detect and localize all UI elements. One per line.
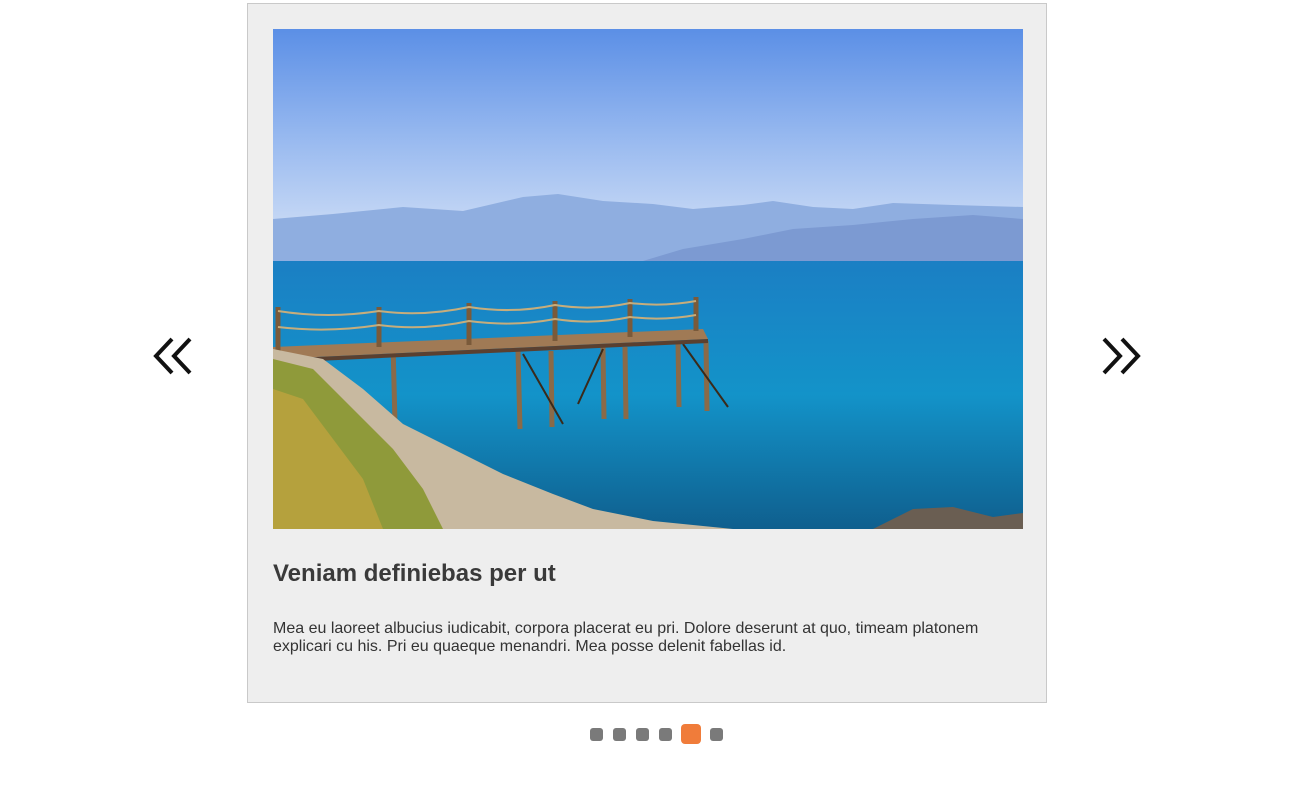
pager-dot[interactable] [636,727,649,741]
slide-description: Mea eu laoreet albucius iudicabit, corpo… [273,620,979,655]
pager-dot[interactable] [590,727,603,741]
double-chevron-left-icon [153,337,192,375]
pager-dot[interactable] [710,727,723,741]
double-chevron-right-icon [1102,337,1141,375]
seascape-pier-photo [273,29,1023,529]
slider: Veniam definiebas per ut Mea eu laoreet … [0,0,1313,807]
prev-slide-button[interactable] [150,333,196,379]
pager-dot[interactable] [613,727,626,741]
slide-card: Veniam definiebas per ut Mea eu laoreet … [247,3,1047,703]
next-slide-button[interactable] [1098,333,1144,379]
pager-dot-active[interactable] [681,724,701,744]
slide-image [273,29,1023,529]
pager-dot[interactable] [659,727,672,741]
slide-pager [0,724,1313,748]
slide-title: Veniam definiebas per ut [273,560,556,587]
